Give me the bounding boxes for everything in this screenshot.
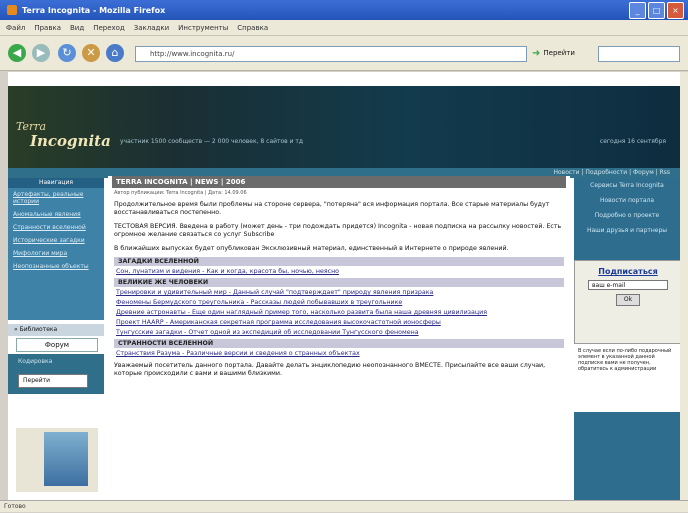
subbar-links[interactable]: Новости | Подробности | Форум | Rss (553, 169, 670, 176)
menu-bookmarks[interactable]: Закладки (134, 24, 169, 32)
menu-edit[interactable]: Правка (34, 24, 61, 32)
menu-bar: Файл Правка Вид Переход Закладки Инструм… (0, 20, 688, 36)
article-title: TERRA INCOGNITA | NEWS | 2006 (112, 176, 566, 188)
encoding-select[interactable]: Перейти (18, 374, 88, 388)
email-field[interactable]: ваш e-mail (588, 280, 668, 290)
leftnav-item[interactable]: Исторические загадки (8, 234, 104, 247)
status-bar: Готово (0, 500, 688, 512)
search-input[interactable] (598, 46, 680, 62)
close-button[interactable]: × (667, 2, 684, 19)
left-navigation: Навигация Артефакты, реальные истории Ан… (8, 178, 104, 320)
article-paragraph: Продолжительное время были проблемы на с… (114, 201, 550, 216)
article-footer: Уважаемый посетитель данного портала. Да… (114, 362, 546, 377)
section-header: ВЕЛИКИЕ ЖЕ ЧЕЛОВЕКИ (114, 278, 564, 287)
address-bar[interactable]: http://www.incognita.ru/ (135, 46, 527, 62)
vertical-scrollbar[interactable] (680, 72, 688, 502)
menu-tools[interactable]: Инструменты (178, 24, 228, 32)
go-label: Перейти (543, 49, 575, 57)
list-item[interactable]: Странствия Разума - Различные версии и с… (108, 349, 570, 359)
subscription-notice: В случае если по-либо подарочный элемент… (574, 344, 680, 412)
page-viewport: Terra Incognita участник 1500 сообществ … (8, 72, 680, 502)
leftnav-item[interactable]: Странности вселенной (8, 221, 104, 234)
subscribe-box: Подписаться ваш e-mail Ok (574, 260, 680, 344)
book-banner[interactable] (16, 428, 98, 492)
navigation-toolbar: ◀ ▶ ↻ ✕ ⌂ http://www.incognita.ru/ ➜ Пер… (0, 36, 688, 71)
minimize-button[interactable]: _ (629, 2, 646, 19)
leftnav-item[interactable]: Аномальные явления (8, 208, 104, 221)
current-date: сегодня 16 сентября (599, 138, 666, 145)
list-item[interactable]: Феномены Бермудского треугольника - Расс… (108, 298, 570, 308)
main-content: TERRA INCOGNITA | NEWS | 2006 Автор публ… (108, 176, 570, 502)
reload-icon[interactable]: ↻ (58, 44, 76, 62)
menu-help[interactable]: Справка (237, 24, 268, 32)
stop-icon[interactable]: ✕ (82, 44, 100, 62)
article-paragraph: ТЕСТОВАЯ ВЕРСИЯ. Введена в работу (может… (114, 223, 562, 238)
article-meta: Автор публикации: Terra Incognita | Дата… (114, 190, 247, 196)
maximize-button[interactable]: □ (648, 2, 665, 19)
site-banner: Terra Incognita участник 1500 сообществ … (8, 86, 680, 168)
list-item[interactable]: Тунгусские загадки - Отчет одной из эксп… (108, 328, 570, 338)
forward-arrow-icon[interactable]: ▶ (32, 44, 50, 62)
menu-go[interactable]: Переход (93, 24, 125, 32)
logo-incognita[interactable]: Incognita (30, 132, 111, 150)
address-url: http://www.incognita.ru/ (150, 50, 235, 58)
menu-file[interactable]: Файл (6, 24, 25, 32)
go-arrow-icon: ➜ (532, 47, 541, 59)
leftnav-item[interactable]: Мифологии мира (8, 247, 104, 260)
list-item[interactable]: Тренировки и удивительный мир - Данный с… (108, 288, 570, 298)
site-tagline: участник 1500 сообществ — 2 000 человек,… (120, 138, 304, 145)
back-arrow-icon[interactable]: ◀ (8, 44, 26, 62)
subscribe-ok-button[interactable]: Ok (616, 294, 640, 306)
library-link[interactable]: » Библиотека (8, 324, 104, 336)
book-cover-image[interactable] (44, 432, 88, 486)
right-link[interactable]: Сервисы Terra Incognita (574, 178, 680, 193)
right-link[interactable]: Подробно о проекте (574, 208, 680, 223)
encoding-box: Кодировка Перейти (8, 354, 104, 394)
go-button[interactable]: ➜ Перейти (532, 46, 575, 60)
list-item[interactable]: Древние астронавты - Еще один наглядный … (108, 308, 570, 318)
leftnav-item[interactable]: Артефакты, реальные истории (8, 188, 104, 208)
window-titlebar: Terra Incognita - Mozilla Firefox _ □ × (0, 0, 688, 20)
home-icon[interactable]: ⌂ (106, 44, 124, 62)
forum-button[interactable]: Форум (16, 338, 98, 352)
encoding-label: Кодировка (18, 358, 53, 365)
window-title: Terra Incognita - Mozilla Firefox (22, 5, 166, 15)
right-link[interactable]: Наши друзья и партнеры (574, 223, 680, 238)
firefox-icon (7, 5, 17, 15)
list-item[interactable]: Сон, лунатизм и видения - Как и когда, к… (108, 267, 570, 277)
leftnav-heading: Навигация (8, 178, 104, 188)
section-header: СТРАННОСТИ ВСЕЛЕННОЙ (114, 339, 564, 348)
menu-view[interactable]: Вид (70, 24, 84, 32)
section-header: ЗАГАДКИ ВСЕЛЕННОЙ (114, 257, 564, 266)
right-link[interactable]: Новости портала (574, 193, 680, 208)
leftnav-item[interactable]: Неопознанные объекты (8, 260, 104, 273)
list-item[interactable]: Проект HAARP - Американская секретная пр… (108, 318, 570, 328)
subscribe-title[interactable]: Подписаться (575, 267, 680, 276)
article-paragraph: В ближайших выпусках будет опубликован Э… (114, 245, 509, 252)
